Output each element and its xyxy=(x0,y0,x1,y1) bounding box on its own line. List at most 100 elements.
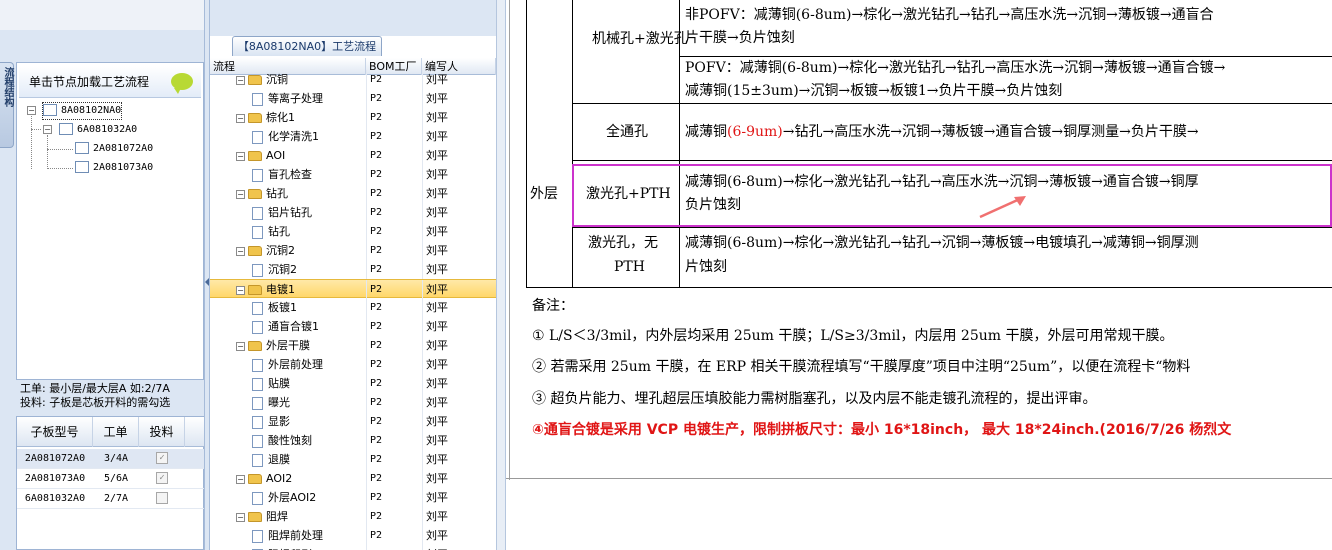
load-process-button[interactable]: 单击节点加载工艺流程 xyxy=(19,66,201,98)
collapse-toggle-icon[interactable]: − xyxy=(236,474,245,484)
collapse-toggle-icon[interactable]: − xyxy=(236,189,245,199)
process-step-row[interactable]: 化学清洗1 P2 刘平 xyxy=(210,127,496,146)
process-step-row[interactable]: 通盲合镀1 P2 刘平 xyxy=(210,317,496,336)
process-name: 化学清洗1 xyxy=(268,130,319,143)
process-name: 沉铜2 xyxy=(266,244,295,257)
bom-factory-cell: P2 xyxy=(370,340,383,351)
process-step-row[interactable]: 曝光 P2 刘平 xyxy=(210,393,496,412)
table-border xyxy=(526,287,1332,288)
collapse-toggle-icon[interactable]: − xyxy=(236,285,245,295)
writer-cell: 刘平 xyxy=(426,545,486,550)
collapse-toggle-icon[interactable]: − xyxy=(236,75,245,85)
process-step-row[interactable]: 阻焊印刷P2刘平 xyxy=(210,545,496,550)
process-step-row[interactable]: 板镀1 P2 刘平 xyxy=(210,298,496,317)
collapse-toggle-icon[interactable]: − xyxy=(236,246,245,256)
process-group-row[interactable]: − 外层干膜 P2 刘平 xyxy=(210,336,496,355)
tree-node-root[interactable]: 8A08102NA0 xyxy=(41,102,123,120)
column-separator xyxy=(422,507,423,526)
process-step-row[interactable]: 退膜 P2 刘平 xyxy=(210,450,496,469)
writer-cell: 刘平 xyxy=(426,510,448,523)
process-group-row[interactable]: − 电镀1 P2 刘平 xyxy=(210,279,496,299)
table-row[interactable]: 2A081072A0 3/4A ✓ xyxy=(17,449,205,469)
process-group-row[interactable]: − 沉铜 P2 刘平 xyxy=(210,70,496,89)
writer-cell: 刘平 xyxy=(426,92,448,105)
process-step-row[interactable]: 显影 P2 刘平 xyxy=(210,412,496,431)
process-step-row[interactable]: 钻孔 P2 刘平 xyxy=(210,222,496,241)
hole-type-label: 机械孔+激光孔 xyxy=(592,31,688,47)
process-group-row[interactable]: − AOI2 P2 刘平 xyxy=(210,469,496,488)
process-group-row[interactable]: − 钻孔 P2 刘平 xyxy=(210,184,496,203)
column-separator xyxy=(366,355,367,374)
process-step-row[interactable]: 盲孔检查 P2 刘平 xyxy=(210,165,496,184)
process-group-row[interactable]: − 阻焊 P2 刘平 xyxy=(210,507,496,526)
feed-checkbox[interactable] xyxy=(156,492,168,504)
column-separator xyxy=(366,526,367,545)
collapse-toggle-icon[interactable]: − xyxy=(27,106,36,115)
folder-icon xyxy=(248,285,262,295)
process-panel: 【8A08102NA0】工艺流程 流程 BOM工厂 编写人 − 沉铜 P2 刘平 等离子… xyxy=(210,0,496,550)
table-row[interactable]: 6A081032A0 2/7A xyxy=(17,489,205,509)
info-text: 工单: 最小层/最大层A 如:2/7A 投料: 子板是芯板开料的需勾选 xyxy=(20,382,206,414)
column-header[interactable]: 工单 xyxy=(93,417,139,447)
bom-factory-cell: P2 xyxy=(370,188,383,199)
process-step-row[interactable]: 等离子处理 P2 刘平 xyxy=(210,89,496,108)
collapse-toggle-icon[interactable]: − xyxy=(236,512,245,522)
process-step-row[interactable]: 酸性蚀刻 P2 刘平 xyxy=(210,431,496,450)
process-line: 减薄铜(6-9um)→钻孔→高压水洗→沉铜→薄板镀→通盲合镀→铜厚测量→负片干膜… xyxy=(685,121,1199,144)
table-border xyxy=(572,103,1332,104)
document-icon xyxy=(252,130,263,144)
process-name: 棕化1 xyxy=(266,111,295,124)
column-separator xyxy=(422,280,423,299)
process-step-row[interactable]: 外层前处理 P2 刘平 xyxy=(210,355,496,374)
column-header[interactable]: 子板型号 xyxy=(17,417,93,447)
column-separator xyxy=(366,146,367,165)
process-group-row[interactable]: − 棕化1 P2 刘平 xyxy=(210,108,496,127)
structure-tree[interactable]: 单击节点加载工艺流程 − − 8A08102NA0 6A081032A0 2A0… xyxy=(16,62,204,380)
process-line: 片蚀刻 xyxy=(685,259,727,275)
bom-factory-cell: P2 xyxy=(370,302,383,313)
tree-node[interactable]: 2A081073A0 xyxy=(75,160,153,176)
process-group-row[interactable]: − AOI P2 刘平 xyxy=(210,146,496,165)
feed-checkbox[interactable]: ✓ xyxy=(156,472,168,484)
table-row[interactable]: 2A081073A0 5/6A ✓ xyxy=(17,469,205,489)
tree-node[interactable]: 2A081072A0 xyxy=(75,141,153,157)
column-separator xyxy=(366,488,367,507)
collapse-toggle-icon[interactable]: − xyxy=(236,341,245,351)
bom-factory-cell: P2 xyxy=(370,378,383,389)
process-scrollbar[interactable] xyxy=(496,0,506,550)
column-separator xyxy=(366,70,367,89)
writer-cell: 刘平 xyxy=(426,377,448,390)
writer-cell: 刘平 xyxy=(426,111,448,124)
collapse-toggle-icon[interactable]: − xyxy=(236,113,245,123)
order-cell: 3/4A xyxy=(103,453,129,464)
process-name: 沉铜2 xyxy=(268,263,297,276)
process-name: 显影 xyxy=(268,415,290,428)
tree-node[interactable]: 6A081032A0 xyxy=(59,122,137,138)
writer-cell: 刘平 xyxy=(426,320,448,333)
column-header[interactable]: 投料 xyxy=(139,417,185,447)
writer-cell: 刘平 xyxy=(426,263,448,276)
table-border xyxy=(572,160,1332,161)
process-step-row[interactable]: 沉铜2 P2 刘平 xyxy=(210,260,496,279)
document-icon xyxy=(252,206,263,220)
collapse-toggle-icon[interactable]: − xyxy=(236,151,245,161)
vertical-tab-structure[interactable]: 流程结构 xyxy=(0,62,14,148)
column-separator xyxy=(422,222,423,241)
tab-process-flow[interactable]: 【8A08102NA0】工艺流程 xyxy=(232,36,382,56)
column-separator xyxy=(366,469,367,488)
column-separator xyxy=(422,146,423,165)
column-separator xyxy=(422,298,423,317)
process-name: 阻焊前处理 xyxy=(268,529,323,542)
feed-checkbox[interactable]: ✓ xyxy=(156,452,168,464)
bom-factory-cell: P2 xyxy=(370,321,383,332)
process-step-row[interactable]: 铝片钻孔 P2 刘平 xyxy=(210,203,496,222)
process-group-row[interactable]: − 沉铜2 P2 刘平 xyxy=(210,241,496,260)
left-panel: 流程结构 单击节点加载工艺流程 − − 8A08102NA0 6A081032A… xyxy=(0,0,207,550)
process-step-row[interactable]: 阻焊前处理 P2 刘平 xyxy=(210,526,496,545)
collapse-toggle-icon[interactable]: − xyxy=(43,125,52,134)
process-step-row[interactable]: 贴膜 P2 刘平 xyxy=(210,374,496,393)
tree-node-label: 8A08102NA0 xyxy=(61,105,122,116)
writer-cell: 刘平 xyxy=(426,225,448,238)
process-step-row[interactable]: 外层AOI2 P2 刘平 xyxy=(210,488,496,507)
collapse-arrow-icon[interactable] xyxy=(205,278,209,286)
